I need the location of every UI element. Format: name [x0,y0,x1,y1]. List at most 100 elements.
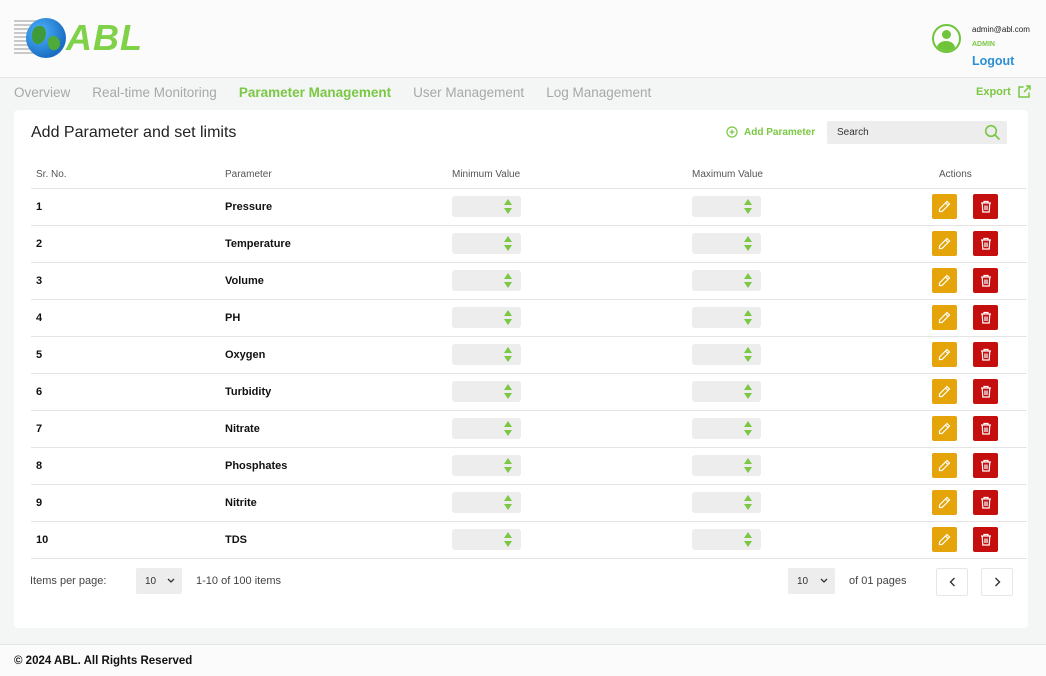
stepper-arrows-icon[interactable] [503,458,513,474]
items-per-page-label: Items per page: [30,575,107,587]
search-icon[interactable] [984,124,1001,141]
edit-button[interactable] [932,194,957,219]
table-row: 2 Temperature [31,225,1027,263]
minimum-value-stepper[interactable] [452,344,521,365]
edit-button[interactable] [932,231,957,256]
export-button[interactable]: Export [976,84,1032,99]
stepper-arrows-icon[interactable] [503,236,513,252]
chevron-down-icon [820,578,828,583]
maximum-value-stepper[interactable] [692,455,761,476]
stepper-arrows-icon[interactable] [743,236,753,252]
search-input[interactable] [827,127,977,138]
prev-page-button[interactable] [936,568,968,596]
pencil-icon [938,422,951,435]
maximum-value-stepper[interactable] [692,529,761,550]
row-parameter-name: Oxygen [225,336,452,374]
trash-icon [980,459,991,472]
stepper-arrows-icon[interactable] [743,384,753,400]
edit-button[interactable] [932,453,957,478]
minimum-value-stepper[interactable] [452,270,521,291]
items-per-page-value: 10 [145,575,157,587]
add-parameter-button[interactable]: Add Parameter [726,126,815,138]
maximum-value-stepper[interactable] [692,344,761,365]
items-per-page-select[interactable]: 10 [136,568,182,594]
delete-button[interactable] [973,194,998,219]
delete-button[interactable] [973,305,998,330]
stepper-arrows-icon[interactable] [743,421,753,437]
user-avatar-icon[interactable] [932,24,961,53]
globe-icon [26,18,66,58]
maximum-value-stepper[interactable] [692,418,761,439]
edit-button[interactable] [932,268,957,293]
maximum-value-stepper[interactable] [692,196,761,217]
main-nav: Overview Real-time Monitoring Parameter … [14,84,673,102]
minimum-value-stepper[interactable] [452,381,521,402]
delete-button[interactable] [973,342,998,367]
stepper-arrows-icon[interactable] [743,458,753,474]
stepper-arrows-icon[interactable] [503,384,513,400]
row-actions [932,305,1027,330]
minimum-value-stepper[interactable] [452,418,521,439]
pencil-icon [938,311,951,324]
delete-button[interactable] [973,527,998,552]
pencil-icon [938,459,951,472]
edit-button[interactable] [932,416,957,441]
tab-log-management[interactable]: Log Management [546,84,651,102]
minimum-value-stepper[interactable] [452,455,521,476]
items-range: 1-10 of 100 items [196,575,281,587]
delete-button[interactable] [973,416,998,441]
stepper-arrows-icon[interactable] [743,273,753,289]
abl-logo[interactable]: ABL [14,16,144,60]
tab-realtime-monitoring[interactable]: Real-time Monitoring [92,84,217,102]
row-sr-no: 3 [31,262,225,300]
stepper-arrows-icon[interactable] [743,495,753,511]
maximum-value-stepper[interactable] [692,270,761,291]
tab-overview[interactable]: Overview [14,84,70,102]
edit-button[interactable] [932,527,957,552]
stepper-arrows-icon[interactable] [743,532,753,548]
stepper-arrows-icon[interactable] [503,273,513,289]
row-sr-no: 1 [31,188,225,226]
delete-button[interactable] [973,453,998,478]
trash-icon [980,422,991,435]
minimum-value-stepper[interactable] [452,233,521,254]
row-parameter-name: Nitrite [225,484,452,522]
next-page-button[interactable] [981,568,1013,596]
maximum-value-stepper[interactable] [692,381,761,402]
page-select[interactable]: 10 [788,568,835,594]
header-actions: Actions [932,162,1027,189]
minimum-value-stepper[interactable] [452,196,521,217]
table-row: 6 Turbidity [31,373,1027,411]
stepper-arrows-icon[interactable] [743,347,753,363]
header-minimum-value: Minimum Value [452,162,692,189]
stepper-arrows-icon[interactable] [503,199,513,215]
row-parameter-name: TDS [225,521,452,559]
logout-link[interactable]: Logout [972,54,1014,68]
stepper-arrows-icon[interactable] [743,310,753,326]
tab-parameter-management[interactable]: Parameter Management [239,84,391,102]
delete-button[interactable] [973,231,998,256]
edit-button[interactable] [932,379,957,404]
stepper-arrows-icon[interactable] [503,310,513,326]
minimum-value-stepper[interactable] [452,307,521,328]
maximum-value-stepper[interactable] [692,307,761,328]
pencil-icon [938,274,951,287]
delete-button[interactable] [973,490,998,515]
edit-button[interactable] [932,305,957,330]
stepper-arrows-icon[interactable] [503,495,513,511]
delete-button[interactable] [973,379,998,404]
header: ABL admin@abl.com ADMIN Logout [0,0,1046,78]
stepper-arrows-icon[interactable] [503,347,513,363]
stepper-arrows-icon[interactable] [743,199,753,215]
stepper-arrows-icon[interactable] [503,532,513,548]
header-maximum-value: Maximum Value [692,162,932,189]
tab-user-management[interactable]: User Management [413,84,524,102]
minimum-value-stepper[interactable] [452,529,521,550]
stepper-arrows-icon[interactable] [503,421,513,437]
maximum-value-stepper[interactable] [692,233,761,254]
edit-button[interactable] [932,342,957,367]
maximum-value-stepper[interactable] [692,492,761,513]
delete-button[interactable] [973,268,998,293]
minimum-value-stepper[interactable] [452,492,521,513]
edit-button[interactable] [932,490,957,515]
